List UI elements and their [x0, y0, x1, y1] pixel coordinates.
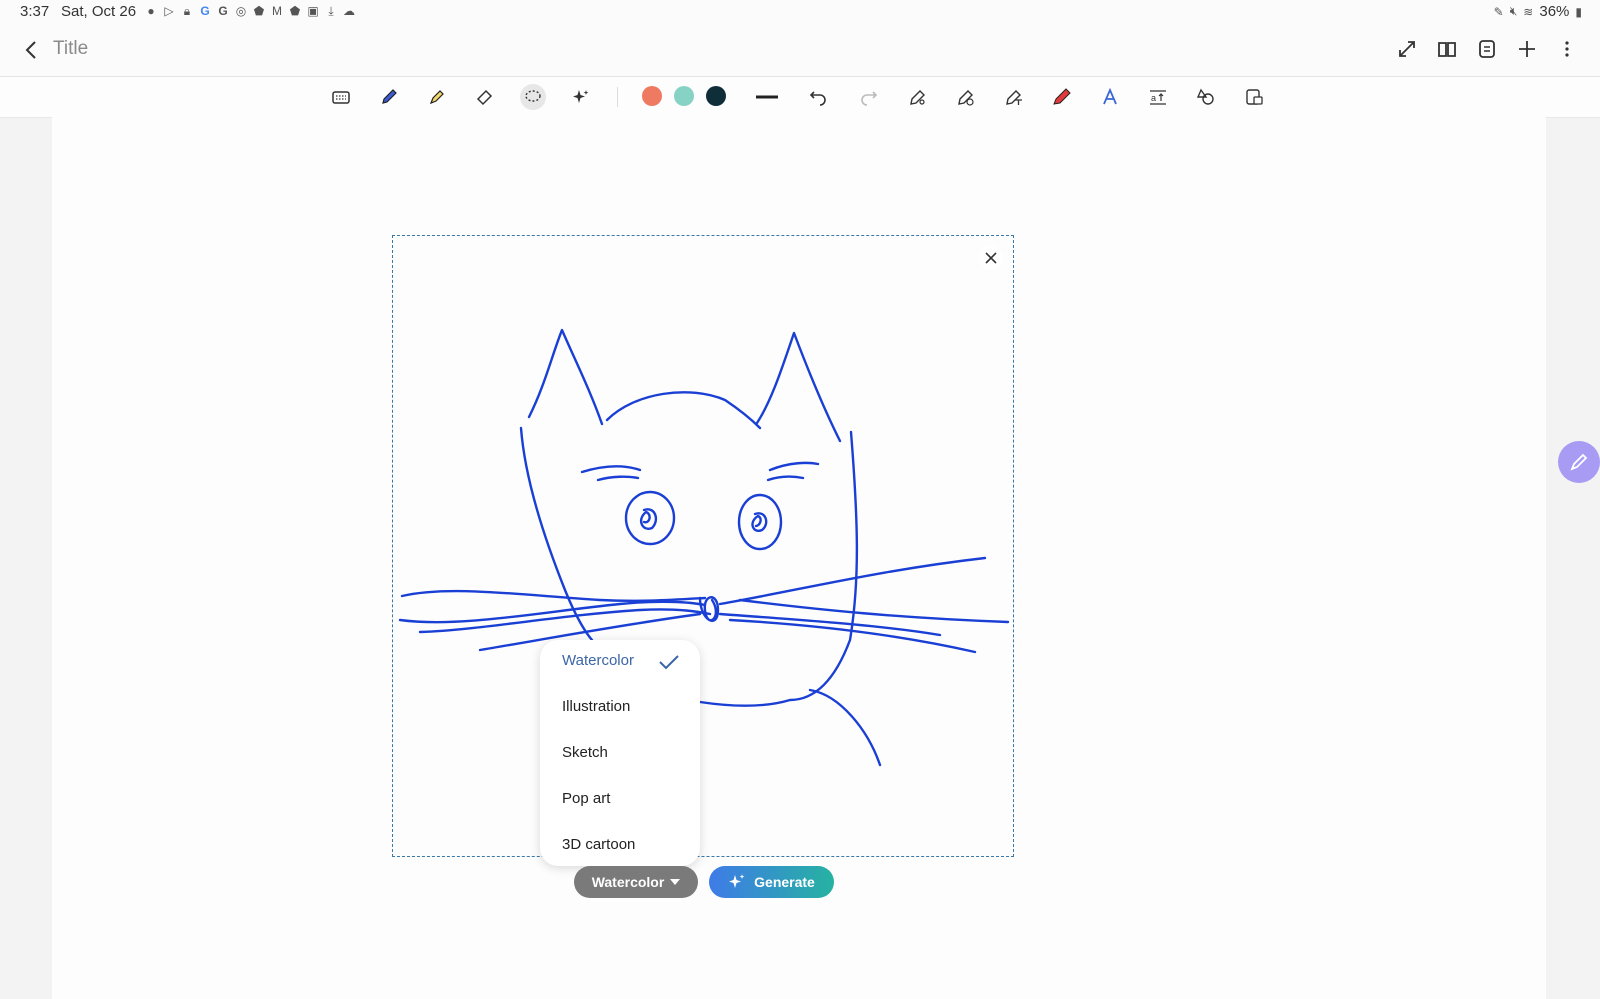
- whisker-left-1: [400, 589, 707, 603]
- left-brow-stroke-2: [596, 475, 640, 482]
- nose-scribble: [698, 596, 720, 622]
- head-top-stroke: [605, 391, 762, 430]
- whisker-right-1: [718, 556, 987, 606]
- left-pupil: [639, 508, 658, 530]
- right-pupil: [751, 512, 768, 532]
- tail-stroke: [808, 688, 882, 767]
- menu-item-sketch[interactable]: Sketch: [562, 744, 608, 761]
- right-cheek-stroke: [698, 430, 859, 707]
- generate-label: Generate: [754, 874, 815, 890]
- generate-button[interactable]: Generate: [709, 866, 834, 898]
- right-brow-stroke-2: [766, 475, 805, 482]
- cat-sketch: [398, 328, 1010, 767]
- style-select-label: Watercolor: [591, 874, 665, 890]
- right-brow-stroke: [768, 461, 820, 472]
- left-brow-stroke: [580, 465, 642, 474]
- caret-down-icon: [670, 879, 681, 885]
- right-ear-stroke: [755, 331, 842, 443]
- sparkle-icon: [729, 874, 745, 888]
- floating-pen-button[interactable]: [1558, 441, 1600, 483]
- menu-item-pop-art[interactable]: Pop art: [562, 790, 610, 807]
- close-icon: [985, 252, 997, 264]
- style-dropdown-menu: Watercolor Illustration Sketch Pop art 3…: [540, 640, 700, 866]
- menu-item-3d-cartoon[interactable]: 3D cartoon: [562, 836, 635, 853]
- left-ear-stroke: [527, 328, 604, 426]
- menu-item-illustration[interactable]: Illustration: [562, 698, 630, 715]
- pen-icon: [1570, 453, 1588, 471]
- check-icon: [659, 655, 679, 670]
- style-select-button[interactable]: Watercolor: [574, 866, 698, 898]
- menu-item-watercolor[interactable]: Watercolor: [562, 652, 634, 669]
- close-selection-button[interactable]: [979, 246, 1003, 270]
